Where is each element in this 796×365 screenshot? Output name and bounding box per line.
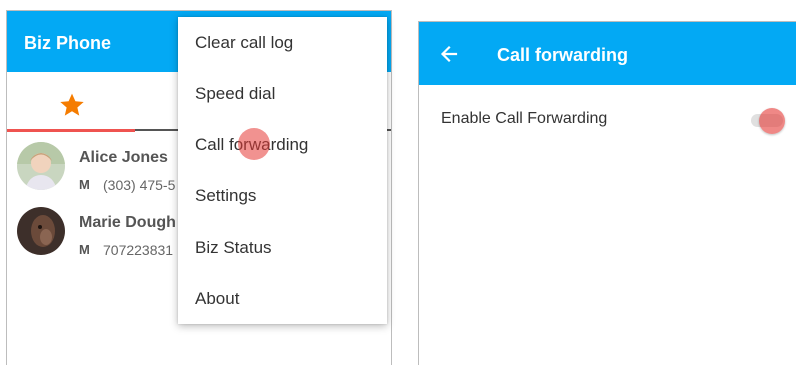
call-forwarding-screen: Call forwarding Enable Call Forwarding [418,21,796,365]
phone-number: 707223831 [103,242,174,258]
page-title: Call forwarding [497,45,629,65]
app-bar: Call forwarding [419,22,796,85]
contact-name: Marie Dough [79,214,176,231]
tab-indicator [7,129,135,132]
tab-favorites[interactable] [58,91,86,119]
menu-item-about[interactable]: About [178,273,387,324]
menu-item-settings[interactable]: Settings [178,170,387,221]
setting-label: Enable Call Forwarding [441,110,608,127]
toggle-thumb [759,108,785,134]
star-icon [60,93,84,116]
phone-type-label: M [79,177,90,192]
arrow-left-icon [440,45,458,63]
avatar [17,142,65,190]
overflow-menu: Clear call log Speed dial Call forwardin… [178,17,387,324]
back-button[interactable] [439,44,459,64]
call-forwarding-toggle[interactable] [749,108,787,134]
menu-item-call-forwarding[interactable]: Call forwarding [178,119,387,170]
avatar [17,207,65,255]
menu-item-biz-status[interactable]: Biz Status [178,222,387,273]
phone-type-label: M [79,242,90,257]
menu-item-speed-dial[interactable]: Speed dial [178,68,387,119]
phone-number: (303) 475-5 [103,177,176,193]
contact-name: Alice Jones [79,149,168,166]
menu-item-clear-call-log[interactable]: Clear call log [178,17,387,68]
app-title: Biz Phone [24,33,112,53]
